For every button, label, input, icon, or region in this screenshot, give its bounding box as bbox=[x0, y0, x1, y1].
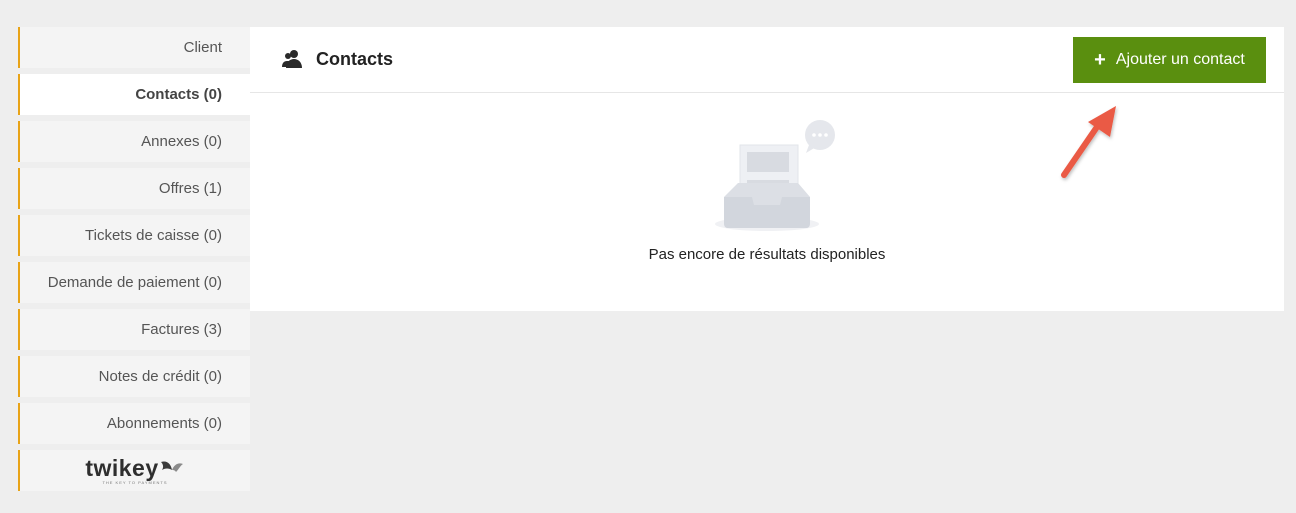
page-title: Contacts bbox=[316, 49, 394, 69]
sidebar-item-label: Client bbox=[183, 39, 222, 56]
sidebar-item-contacts[interactable]: Contacts (0) bbox=[18, 74, 250, 115]
plus-icon: + bbox=[1094, 49, 1106, 71]
add-contact-button[interactable]: + Ajouter un contact bbox=[1073, 37, 1266, 83]
sidebar-item-label: Contacts (0) bbox=[135, 86, 222, 103]
contacts-icon bbox=[282, 50, 302, 68]
sidebar-item-factures[interactable]: Factures (3) bbox=[18, 309, 250, 350]
add-contact-label: Ajouter un contact bbox=[1115, 51, 1245, 68]
sidebar-item-label: Offres (1) bbox=[158, 180, 222, 197]
sidebar-item-label: Factures (3) bbox=[141, 321, 222, 338]
sidebar-item-tickets-de-caisse[interactable]: Tickets de caisse (0) bbox=[18, 215, 250, 256]
main-panel: Contacts + Ajouter un contact Pas encore… bbox=[250, 27, 1284, 311]
sidebar-item-annexes[interactable]: Annexes (0) bbox=[18, 121, 250, 162]
logo-group: twikey THE KEY TO PAYMENTS bbox=[85, 454, 184, 485]
empty-state-message: Pas encore de résultats disponibles bbox=[648, 246, 886, 263]
panel-header: Contacts + Ajouter un contact bbox=[250, 27, 1284, 93]
sidebar-item-client[interactable]: Client bbox=[18, 27, 250, 68]
sidebar-item-label: Demande de paiement (0) bbox=[47, 274, 222, 291]
sidebar-item-label: Annexes (0) bbox=[141, 133, 222, 150]
sidebar-item-offres[interactable]: Offres (1) bbox=[18, 168, 250, 209]
sidebar: Client Contacts (0) Annexes (0) Offres (… bbox=[18, 27, 250, 491]
sidebar-item-label: Tickets de caisse (0) bbox=[85, 227, 222, 244]
sidebar-item-notes-de-credit[interactable]: Notes de crédit (0) bbox=[18, 356, 250, 397]
butterfly-icon bbox=[160, 460, 183, 472]
logo-wordmark: twikey bbox=[85, 454, 159, 481]
sidebar-item-demande-de-paiement[interactable]: Demande de paiement (0) bbox=[18, 262, 250, 303]
annotation-arrow-icon bbox=[1061, 106, 1116, 178]
sidebar-item-label: Notes de crédit (0) bbox=[98, 368, 222, 385]
logo-tagline: THE KEY TO PAYMENTS bbox=[102, 479, 168, 485]
sidebar-item-label: Abonnements (0) bbox=[106, 415, 222, 432]
empty-inbox-icon bbox=[715, 120, 835, 231]
twikey-logo: twikey THE KEY TO PAYMENTS bbox=[18, 450, 250, 491]
sidebar-item-abonnements[interactable]: Abonnements (0) bbox=[18, 403, 250, 444]
